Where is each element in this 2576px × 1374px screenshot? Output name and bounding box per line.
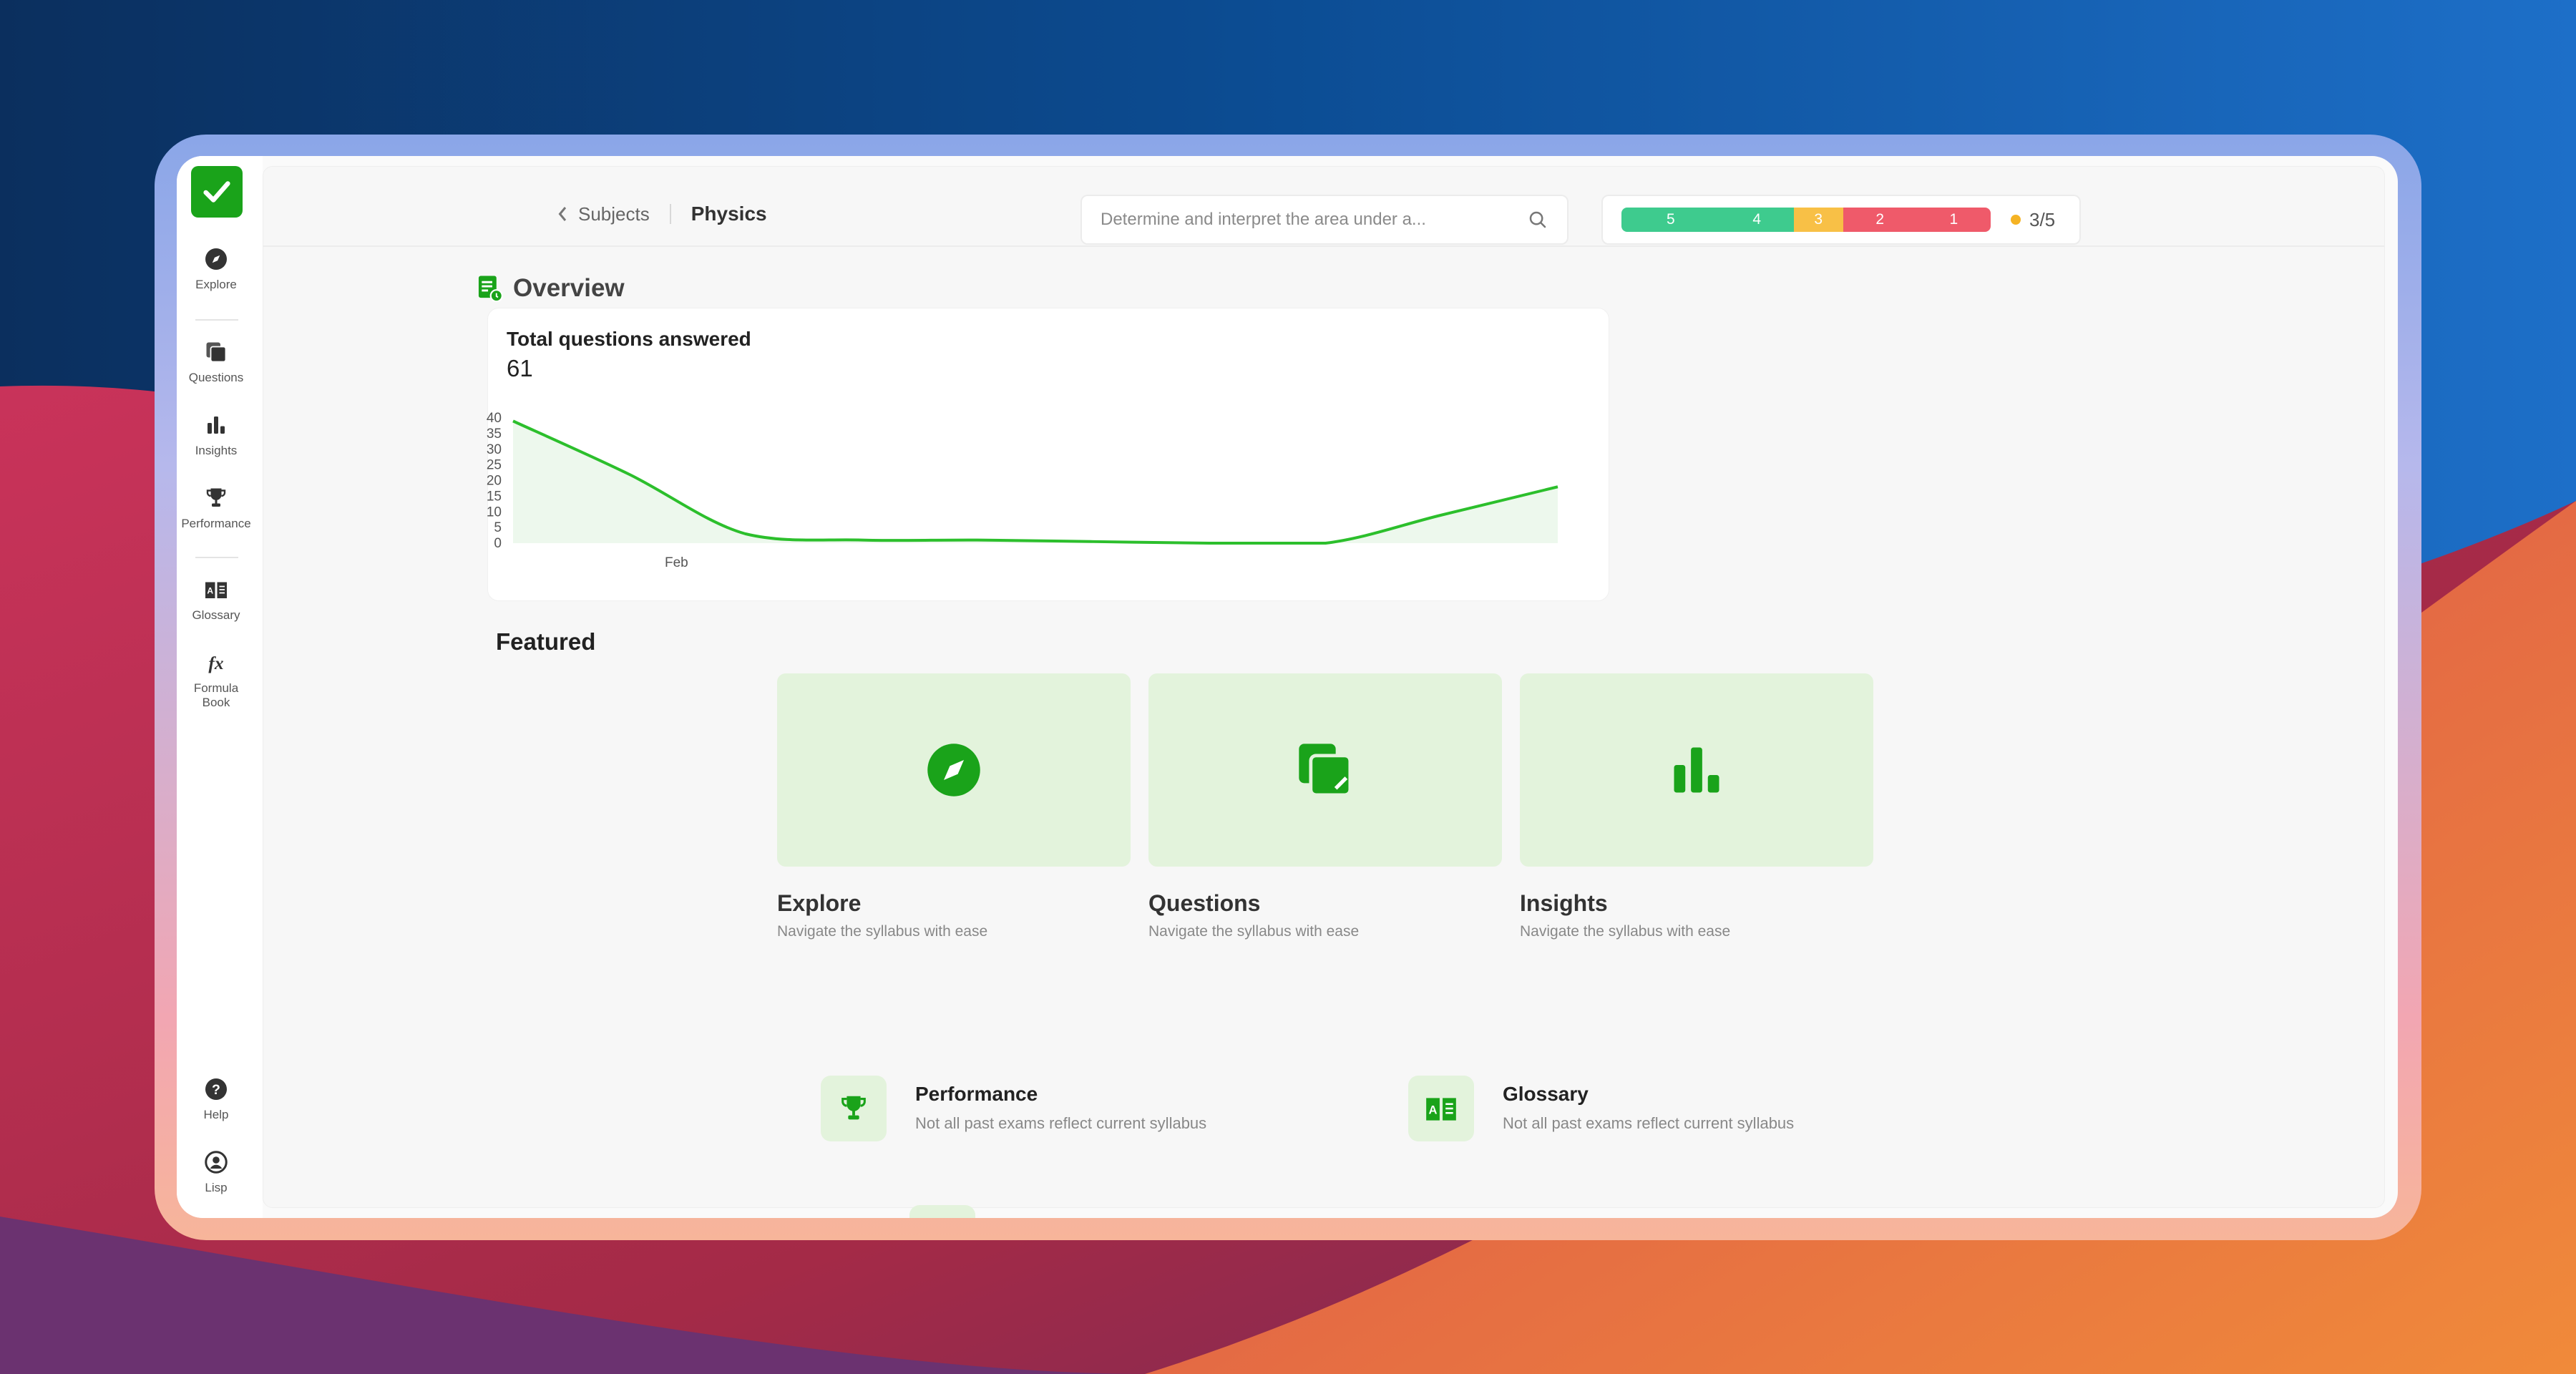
search-bar[interactable] — [1080, 195, 1568, 245]
featured-card-title: Explore — [777, 890, 862, 916]
y-tick-label: 5 — [494, 520, 502, 535]
featured-card-explore[interactable] — [777, 673, 1131, 867]
sidebar-item-glossary[interactable]: A Glossary — [177, 577, 255, 623]
svg-text:A: A — [207, 585, 213, 595]
sidebar-item-label: Questions — [188, 371, 244, 384]
sidebar-item-label: Performance — [181, 517, 251, 530]
overview-title: Overview — [513, 274, 625, 302]
featured-card-title: Insights — [1520, 890, 1608, 916]
featured-card-desc: Navigate the syllabus with ease — [1520, 923, 1731, 940]
featured-card-desc: Navigate the syllabus with ease — [1148, 923, 1360, 940]
sidebar-item-label: Glossary — [192, 608, 240, 622]
rating-segment-3: 3 — [1793, 208, 1843, 232]
breadcrumb-current: Physics — [691, 203, 767, 225]
tile-icon-box: A — [1408, 1076, 1474, 1141]
y-tick-label: 35 — [487, 427, 502, 442]
rating-dot-icon — [2011, 215, 2021, 225]
rating-segment-4: 4 — [1719, 208, 1794, 232]
tile-title: Performance — [915, 1083, 1038, 1105]
questions-chart: 0510152025303540 Feb — [487, 411, 1558, 570]
bar-chart-icon — [1674, 747, 1719, 793]
sidebar-item-questions[interactable]: Questions — [177, 339, 255, 385]
sidebar-item-performance[interactable]: Performance — [177, 485, 255, 531]
svg-text:A: A — [1429, 1103, 1438, 1116]
tile-title: Glossary — [1503, 1083, 1589, 1105]
tile-glossary[interactable]: A Glossary Not all past exams reflect cu… — [1408, 1076, 1794, 1141]
compass-icon — [927, 744, 980, 796]
tile-desc: Not all past exams reflect current sylla… — [1503, 1114, 1795, 1132]
difficulty-rating[interactable]: 54321 3/5 — [1601, 195, 2081, 245]
trophy-icon — [206, 488, 226, 507]
app-logo[interactable] — [191, 166, 243, 218]
sidebar: Explore Questions Insights Performance A… — [177, 156, 263, 1218]
sidebar-item-label: Lisp — [205, 1181, 228, 1194]
search-icon[interactable] — [1527, 209, 1548, 230]
rating-segment-5: 5 — [1621, 208, 1720, 232]
header-divider — [263, 245, 2384, 247]
sidebar-divider — [195, 319, 238, 321]
bar-chart-icon — [208, 416, 225, 434]
tile-performance[interactable]: Performance Not all past exams reflect c… — [821, 1076, 1206, 1141]
sidebar-item-label: Explore — [195, 278, 237, 291]
y-tick-label: 10 — [487, 505, 502, 520]
rating-bar: 54321 — [1621, 208, 1991, 232]
sidebar-item-insights[interactable]: Insights — [177, 412, 255, 458]
y-tick-label: 15 — [487, 489, 502, 504]
breadcrumb-back-link[interactable]: Subjects — [578, 203, 650, 225]
report-icon — [478, 276, 503, 302]
tile-desc: Not all past exams reflect current sylla… — [915, 1114, 1207, 1132]
sidebar-item-formula-book[interactable]: fx Formula Book — [177, 650, 255, 710]
help-icon: ? — [205, 1078, 227, 1100]
breadcrumb-separator — [669, 204, 671, 224]
sidebar-item-help[interactable]: ? Help — [177, 1076, 255, 1122]
rating-segment-2: 2 — [1843, 208, 1917, 232]
chart-total-value: 61 — [507, 355, 533, 381]
y-tick-label: 30 — [487, 442, 502, 457]
rating-score: 3/5 — [2029, 208, 2056, 230]
sidebar-item-label: Formula Book — [193, 681, 239, 709]
trophy-icon — [841, 1096, 866, 1120]
sidebar-item-explore[interactable]: Explore — [177, 246, 255, 292]
featured-heading: Featured — [496, 628, 596, 655]
search-input[interactable] — [1101, 210, 1527, 230]
cards-icon — [1299, 744, 1352, 797]
x-tick-label: Feb — [665, 555, 688, 570]
svg-text:?: ? — [212, 1082, 220, 1098]
app-window: Explore Questions Insights Performance A… — [177, 156, 2398, 1218]
sidebar-item-label: Insights — [195, 444, 238, 457]
breadcrumb: Subjects Physics — [557, 203, 767, 225]
sidebar-divider — [195, 557, 238, 558]
svg-text:fx: fx — [208, 653, 223, 673]
checkmark-icon — [203, 181, 230, 203]
chevron-left-icon[interactable] — [557, 205, 570, 223]
tile-peek — [909, 1205, 975, 1218]
featured-card-title: Questions — [1148, 890, 1261, 916]
y-tick-label: 40 — [487, 411, 502, 426]
y-tick-label: 0 — [494, 536, 502, 551]
fx-icon: fx — [208, 653, 223, 673]
compass-icon — [205, 248, 227, 270]
tile-icon-box — [821, 1076, 887, 1141]
y-tick-label: 20 — [487, 474, 502, 489]
featured-card-desc: Navigate the syllabus with ease — [777, 923, 988, 940]
sidebar-item-label: Help — [203, 1108, 229, 1121]
featured-card-insights[interactable] — [1520, 673, 1873, 867]
rating-segment-1: 1 — [1916, 208, 1991, 232]
sidebar-item-account[interactable]: Lisp — [177, 1149, 255, 1195]
book-icon: A — [1426, 1098, 1456, 1121]
featured-card-questions[interactable] — [1148, 673, 1502, 867]
user-icon — [205, 1151, 228, 1174]
chart-title: Total questions answered — [507, 328, 751, 350]
y-tick-label: 25 — [487, 458, 502, 473]
book-icon: A — [205, 582, 227, 598]
overview-heading: Overview — [477, 274, 625, 303]
cards-icon — [206, 342, 227, 363]
